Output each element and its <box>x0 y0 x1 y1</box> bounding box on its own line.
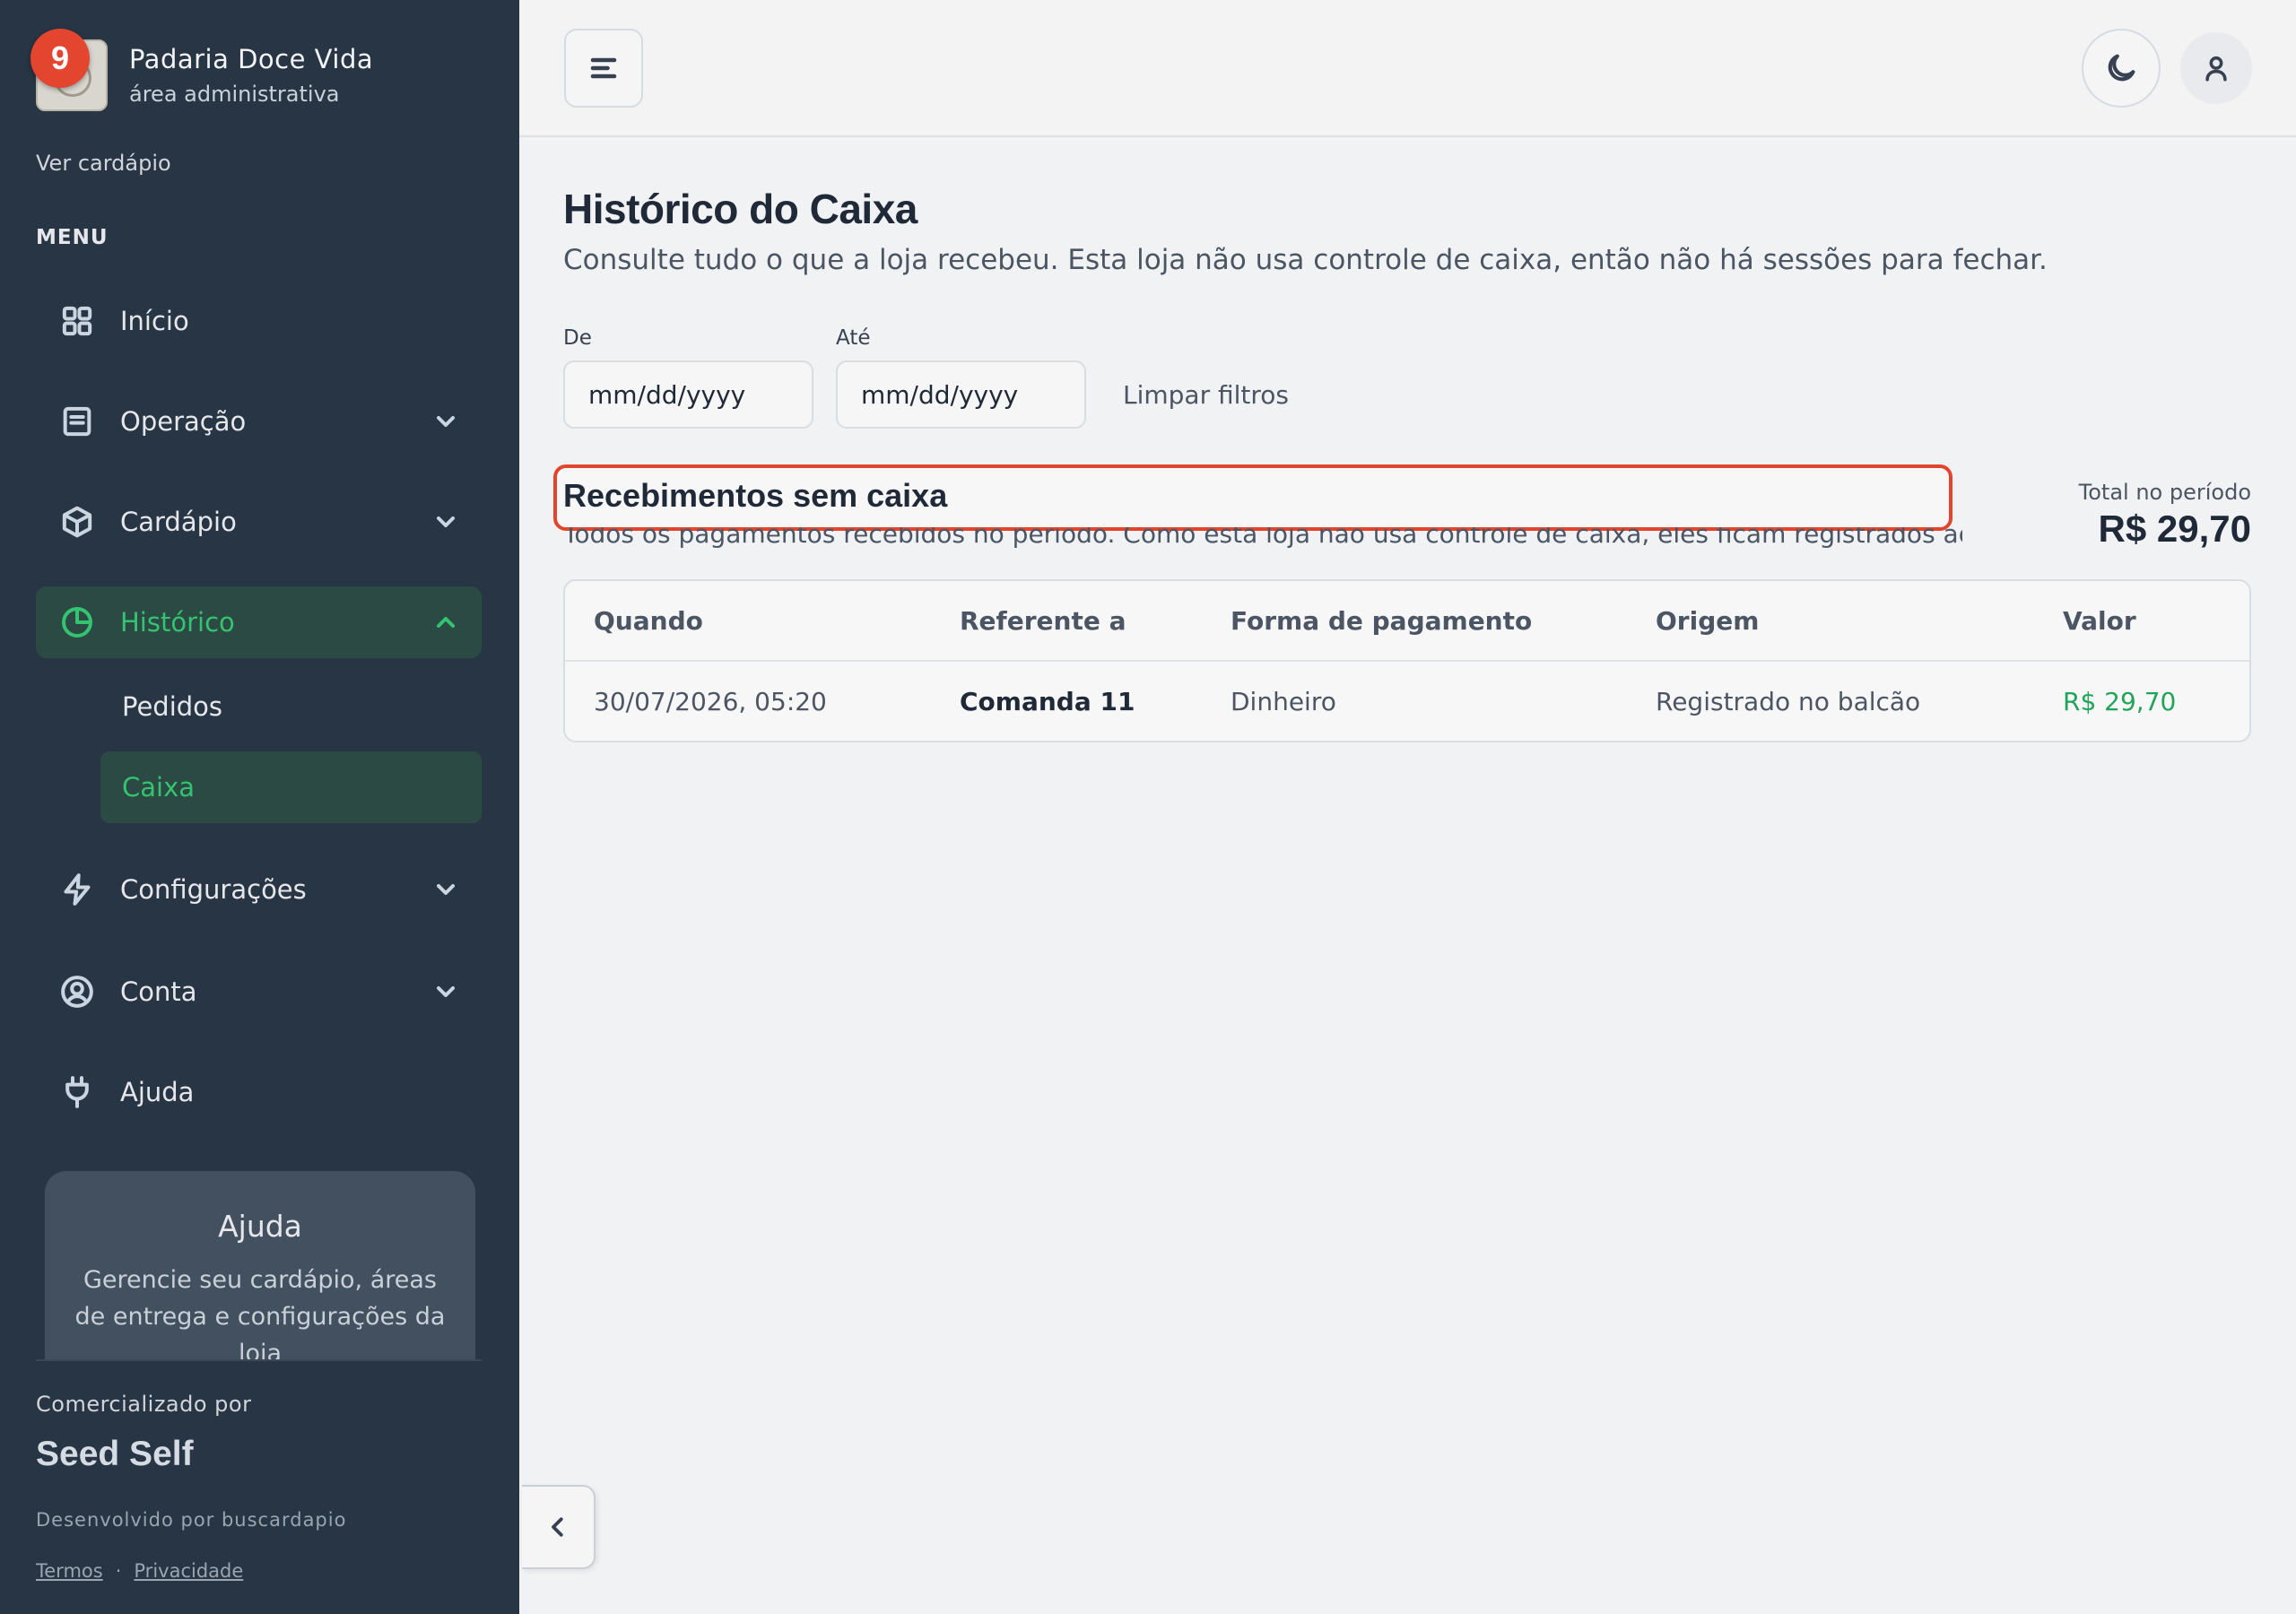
sidebar-item-inicio[interactable]: Início <box>36 285 482 357</box>
store-name: Padaria Doce Vida <box>129 44 374 74</box>
sidebar-item-label: Operação <box>120 406 247 437</box>
pie-chart-icon <box>57 603 97 642</box>
developed-by-label: Desenvolvido por buscardapio <box>36 1509 347 1531</box>
privacy-link[interactable]: Privacidade <box>134 1560 243 1582</box>
clear-filters-button[interactable]: Limpar filtros <box>1123 380 1289 410</box>
chevron-up-icon <box>431 608 460 637</box>
date-to-input[interactable]: mm/dd/yyyy <box>836 360 1086 429</box>
terms-link[interactable]: Termos <box>36 1560 103 1582</box>
cell-payment-method: Dinheiro <box>1231 687 1336 716</box>
date-to-label: Até <box>836 326 871 350</box>
sidebar-subitem-caixa[interactable]: Caixa <box>100 751 482 823</box>
chevron-down-icon <box>431 508 460 536</box>
chevron-down-icon <box>431 977 460 1006</box>
commercialized-by-label: Comercializado por <box>36 1392 252 1417</box>
theme-toggle-button[interactable] <box>2082 29 2161 108</box>
clipboard-icon <box>57 402 97 441</box>
section-description-wrap: Todos os pagamentos recebidos no período… <box>563 527 1962 554</box>
cell-when: 30/07/2026, 05:20 <box>594 687 827 716</box>
sidebar-item-conta[interactable]: Conta <box>36 956 482 1028</box>
sidebar-subitem-label: Pedidos <box>122 691 223 722</box>
chevron-down-icon <box>431 875 460 904</box>
page-subtitle: Consulte tudo o que a loja recebeu. Esta… <box>563 244 2048 276</box>
column-header-value: Valor <box>2063 606 2136 636</box>
sidebar-item-label: Conta <box>120 976 197 1007</box>
footer-links: Termos · Privacidade <box>36 1560 243 1582</box>
menu-toggle-button[interactable] <box>564 29 643 108</box>
box-icon <box>57 502 97 542</box>
vendor-name: Seed Self <box>36 1435 194 1473</box>
top-bar <box>519 0 2296 137</box>
date-from-label: De <box>563 326 592 350</box>
date-from-input[interactable]: mm/dd/yyyy <box>563 360 813 429</box>
sidebar-item-cardapio[interactable]: Cardápio <box>36 486 482 558</box>
help-card: Ajuda Gerencie seu cardápio, áreas de en… <box>45 1171 475 1361</box>
period-total-value: R$ 29,70 <box>2098 508 2251 550</box>
sidebar-subitem-label: Caixa <box>122 772 196 803</box>
store-subtitle: área administrativa <box>129 82 340 107</box>
collapse-sidebar-button[interactable] <box>522 1485 596 1569</box>
cell-value: R$ 29,70 <box>2063 687 2177 716</box>
notification-badge[interactable]: 9 <box>30 29 90 88</box>
section-description: Todos os pagamentos recebidos no período… <box>563 527 1962 549</box>
user-icon <box>2205 56 2227 82</box>
sidebar-item-label: Início <box>120 306 189 336</box>
sidebar-subitem-pedidos[interactable]: Pedidos <box>100 671 482 742</box>
table-header: Quando Referente a Forma de pagamento Or… <box>565 581 2249 662</box>
page-title: Histórico do Caixa <box>563 186 918 232</box>
user-circle-icon <box>57 972 97 1011</box>
chevron-left-icon <box>552 1517 563 1537</box>
help-card-title: Ajuda <box>218 1209 302 1244</box>
sidebar-divider <box>36 1359 482 1361</box>
sidebar-item-label: Configurações <box>120 874 307 905</box>
store-logo: 9 <box>30 29 108 111</box>
user-menu-button[interactable] <box>2180 32 2252 104</box>
sidebar-item-label: Histórico <box>120 607 235 638</box>
cell-reference: Comanda 11 <box>960 687 1135 716</box>
sidebar-item-configuracoes[interactable]: Configurações <box>36 854 482 925</box>
column-header-reference: Referente a <box>960 606 1126 636</box>
column-header-payment-method: Forma de pagamento <box>1231 606 1533 636</box>
grid-icon <box>57 301 97 341</box>
chevron-down-icon <box>431 407 460 436</box>
cell-origin: Registrado no balcão <box>1656 687 1921 716</box>
view-menu-link[interactable]: Ver cardápio <box>36 151 171 176</box>
menu-section-label: MENU <box>36 226 109 249</box>
sidebar-item-ajuda[interactable]: Ajuda <box>36 1056 482 1128</box>
sidebar-item-label: Ajuda <box>120 1077 195 1107</box>
sidebar: 9 Padaria Doce Vida área administrativa … <box>0 0 519 1614</box>
table-row[interactable]: 30/07/2026, 05:20 Comanda 11 Dinheiro Re… <box>565 662 2249 741</box>
menu-lines-icon <box>590 57 617 79</box>
brand[interactable]: 9 Padaria Doce Vida área administrativa <box>30 29 374 111</box>
plug-icon <box>57 1072 97 1112</box>
moon-icon <box>2108 54 2135 82</box>
column-header-origin: Origem <box>1656 606 1760 636</box>
period-total-label: Total no período <box>2078 480 2251 505</box>
link-separator: · <box>115 1560 122 1582</box>
sidebar-item-label: Cardápio <box>120 507 237 537</box>
help-card-text: Gerencie seu cardápio, áreas de entrega … <box>74 1266 446 1361</box>
payments-table: Quando Referente a Forma de pagamento Or… <box>563 579 2251 742</box>
bolt-icon <box>57 870 97 909</box>
sidebar-item-operacao[interactable]: Operação <box>36 386 482 457</box>
section-title: Recebimentos sem caixa <box>563 477 948 514</box>
sidebar-item-historico[interactable]: Histórico <box>36 586 482 658</box>
column-header-when: Quando <box>594 606 703 636</box>
